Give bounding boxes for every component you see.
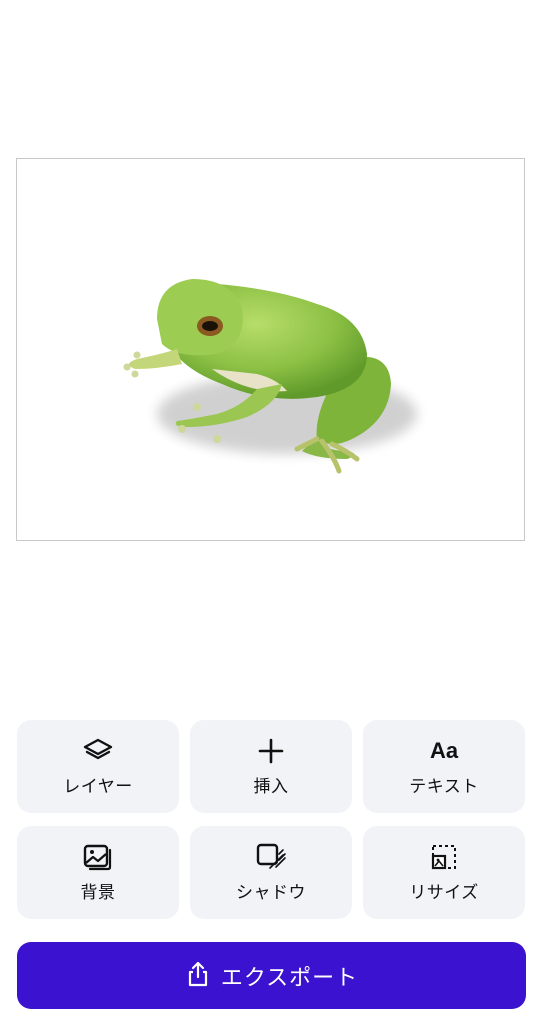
shadow-icon (254, 842, 288, 872)
resize-icon (427, 842, 461, 872)
text-label: テキスト (409, 777, 479, 797)
share-icon (185, 960, 211, 992)
frog-image[interactable] (17, 159, 525, 541)
layers-button[interactable]: レイヤー (17, 720, 179, 813)
background-button[interactable]: 背景 (17, 826, 179, 919)
export-label: エクスポート (220, 965, 359, 991)
plus-icon (254, 736, 288, 766)
background-image-icon (81, 842, 115, 872)
text-icon: Aa (427, 736, 461, 766)
shadow-label: シャドウ (236, 883, 306, 903)
resize-label: リサイズ (409, 883, 479, 903)
insert-label: 挿入 (253, 777, 289, 797)
layers-icon (81, 736, 115, 766)
layers-label: レイヤー (63, 777, 133, 797)
background-label: 背景 (80, 883, 116, 903)
tool-grid: レイヤー 挿入 Aa テキスト 背景 シャドウ リサイズ (17, 720, 526, 919)
insert-button[interactable]: 挿入 (190, 720, 352, 813)
resize-button[interactable]: リサイズ (363, 826, 525, 919)
text-icon-glyph: Aa (429, 738, 459, 763)
export-button[interactable]: エクスポート (17, 942, 526, 1009)
text-button[interactable]: Aa テキスト (363, 720, 525, 813)
image-canvas[interactable] (16, 158, 525, 541)
shadow-button[interactable]: シャドウ (190, 826, 352, 919)
